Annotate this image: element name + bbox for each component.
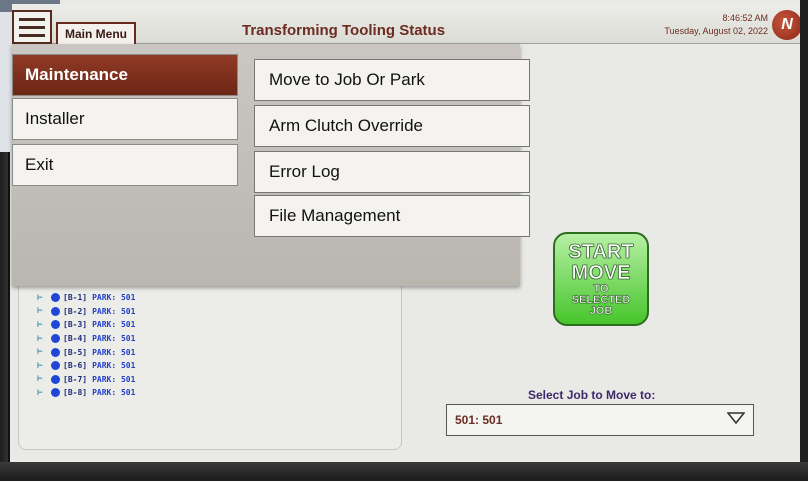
tool-status: PARK: 501 xyxy=(92,293,136,303)
tree-branch-icon: ⊢ xyxy=(37,347,43,358)
tool-id: [B-4] xyxy=(63,334,88,344)
start-move-line3: TO xyxy=(593,282,609,295)
status-dot-icon xyxy=(51,334,60,344)
tooling-list-panel: ⊢ [B-1] PARK: 501 ⊢ [B-2] PARK: 501 ⊢ [B-3] PARK… xyxy=(18,260,402,450)
job-select-label: Select Job to Move to: xyxy=(528,388,656,402)
start-move-line4: SELECTED xyxy=(571,293,631,306)
status-dot-icon xyxy=(51,388,60,398)
menu-item-installer[interactable]: Installer xyxy=(12,98,238,140)
tool-status: PARK: 501 xyxy=(92,306,136,316)
tool-status: PARK: 501 xyxy=(92,320,136,330)
list-item[interactable]: ⊢ [B-8] PARK: 501 xyxy=(37,386,135,400)
list-item[interactable]: ⊢ [B-6] PARK: 501 xyxy=(37,359,135,373)
menu-item-maintenance[interactable]: Maintenance xyxy=(12,54,238,96)
tree-branch-icon: ⊢ xyxy=(37,333,43,344)
submenu-item-arm-clutch-override[interactable]: Arm Clutch Override xyxy=(254,105,530,147)
tree-branch-icon: ⊢ xyxy=(37,306,43,317)
tree-branch-icon: ⊢ xyxy=(37,292,43,303)
menu-item-exit[interactable]: Exit xyxy=(12,144,238,186)
status-dot-icon xyxy=(51,293,60,303)
job-select-value: 501: 501 xyxy=(455,413,503,427)
clock-date: Tuesday, August 02, 2022 xyxy=(664,26,768,36)
status-dot-icon xyxy=(51,347,60,357)
tool-id: [B-6] xyxy=(63,361,88,371)
tool-status: PARK: 501 xyxy=(92,361,136,371)
tool-id: [B-8] xyxy=(63,388,88,398)
list-item[interactable]: ⊢ [B-5] PARK: 501 xyxy=(37,345,135,359)
start-move-line1: START xyxy=(568,240,634,263)
company-logo: N xyxy=(772,10,802,40)
submenu-item-error-log[interactable]: Error Log xyxy=(254,151,530,193)
tool-status: PARK: 501 xyxy=(92,388,136,398)
job-select-dropdown[interactable]: 501: 501 xyxy=(446,404,754,436)
tool-id: [B-7] xyxy=(63,374,88,384)
title-bar: Main Menu Transforming Tooling Status 8:… xyxy=(12,4,802,46)
photo-bezel-right xyxy=(800,0,808,481)
submenu-item-file-management[interactable]: File Management xyxy=(254,195,530,237)
submenu-item-move-to-job[interactable]: Move to Job Or Park xyxy=(254,59,530,101)
hamburger-menu-icon[interactable] xyxy=(12,10,52,44)
status-dot-icon xyxy=(51,361,60,371)
tool-id: [B-1] xyxy=(63,293,88,303)
photo-bezel-bottom xyxy=(0,462,808,481)
tool-status: PARK: 501 xyxy=(92,334,136,344)
list-item[interactable]: ⊢ [B-4] PARK: 501 xyxy=(37,332,135,346)
list-item[interactable]: ⊢ [B-3] PARK: 501 xyxy=(37,318,135,332)
list-item[interactable]: ⊢ [B-1] PARK: 501 xyxy=(37,291,135,305)
list-item[interactable]: ⊢ [B-2] PARK: 501 xyxy=(37,305,135,319)
chevron-down-icon xyxy=(727,412,745,425)
clock-time: 8:46:52 AM xyxy=(722,13,768,23)
tree-branch-icon: ⊢ xyxy=(37,387,43,398)
tool-id: [B-2] xyxy=(63,306,88,316)
page-title: Transforming Tooling Status xyxy=(242,22,446,39)
tooling-list: ⊢ [B-1] PARK: 501 ⊢ [B-2] PARK: 501 ⊢ [B-3] PARK… xyxy=(37,291,135,400)
clock: 8:46:52 AM Tuesday, August 02, 2022 xyxy=(618,12,768,38)
status-dot-icon xyxy=(51,320,60,330)
start-move-button[interactable]: START MOVE TO SELECTED JOB xyxy=(553,232,649,326)
tree-branch-icon: ⊢ xyxy=(37,360,43,371)
main-menu-button[interactable]: Main Menu xyxy=(56,22,136,46)
tool-status: PARK: 501 xyxy=(92,347,136,357)
tool-status: PARK: 501 xyxy=(92,374,136,384)
tool-id: [B-5] xyxy=(63,347,88,357)
tool-id: [B-3] xyxy=(63,320,88,330)
status-dot-icon xyxy=(51,306,60,316)
start-move-line5: JOB xyxy=(589,304,613,317)
status-dot-icon xyxy=(51,374,60,384)
tree-branch-icon: ⊢ xyxy=(37,374,43,385)
start-move-line2: MOVE xyxy=(571,261,631,284)
tree-branch-icon: ⊢ xyxy=(37,319,43,330)
main-menu-overlay: Maintenance Installer Exit Move to Job O… xyxy=(12,44,530,286)
list-item[interactable]: ⊢ [B-7] PARK: 501 xyxy=(37,373,135,387)
